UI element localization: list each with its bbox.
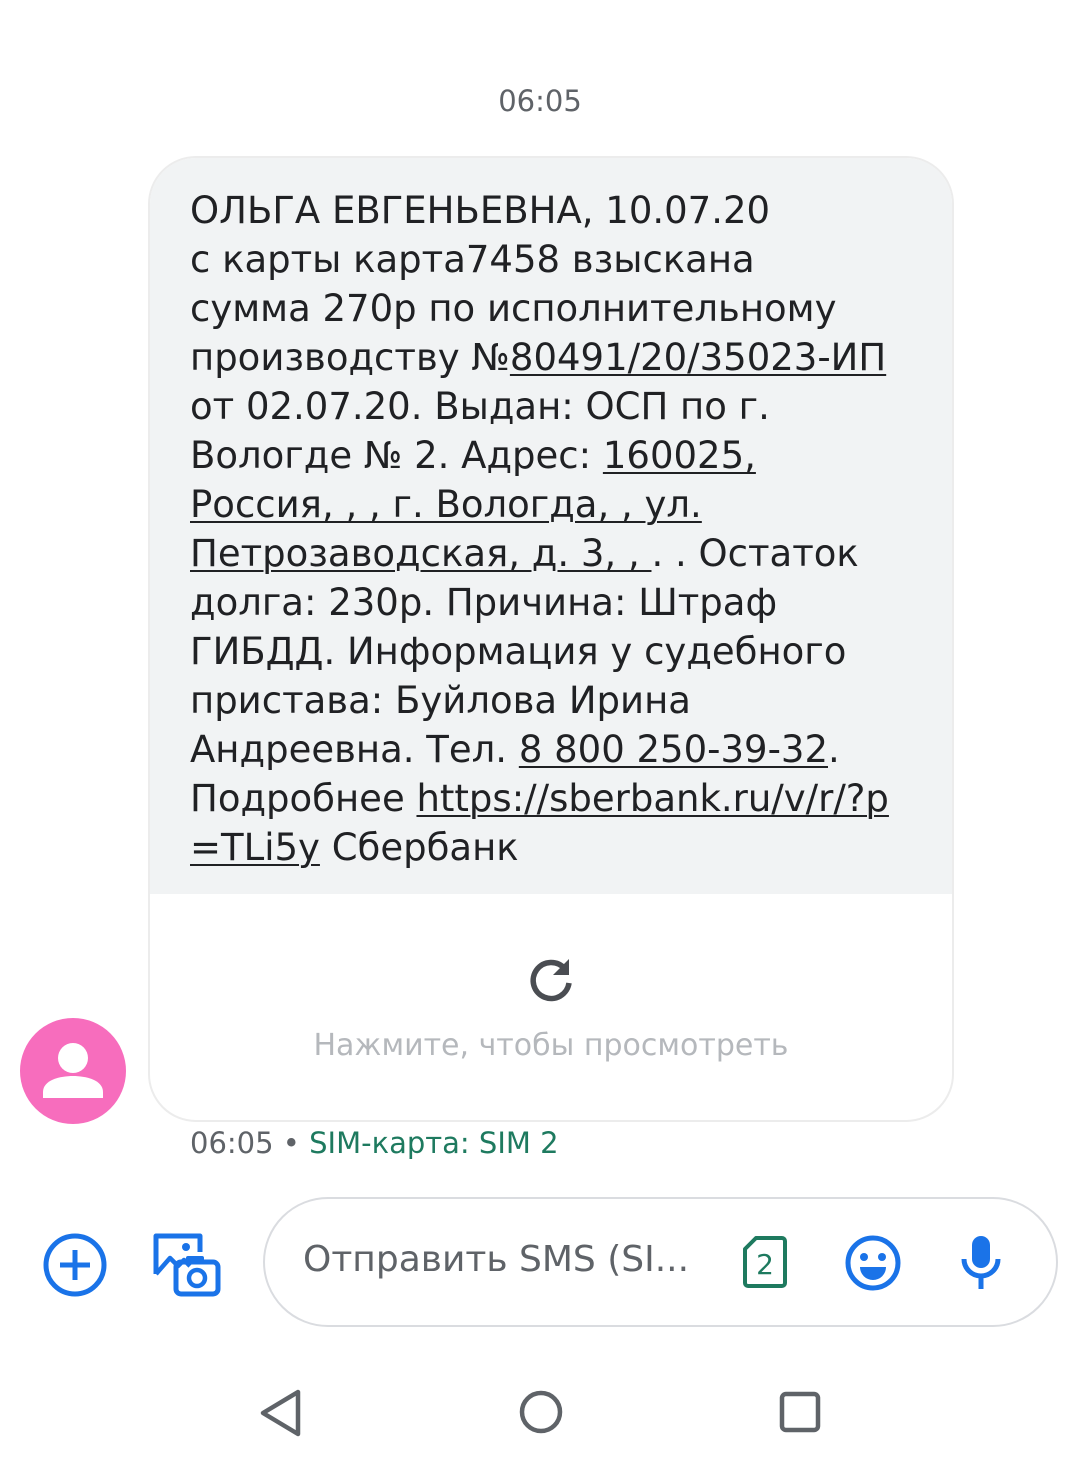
message-line: сумма 270р по исполнительному xyxy=(190,284,916,333)
sim-number: 2 xyxy=(756,1248,774,1281)
message-line: от 02.07.20. Выдан: ОСП по г. xyxy=(190,382,916,431)
message-link[interactable]: 80491/20/35023-ИП xyxy=(510,336,886,379)
message-link[interactable]: =TLi5y xyxy=(190,826,320,869)
link-preview[interactable]: Нажмите, чтобы просмотреть xyxy=(150,894,952,1120)
message-line: Россия, , , г. Вологда, , ул. xyxy=(190,480,916,529)
message-meta: 06:05 • SIM-карта: SIM 2 xyxy=(190,1126,559,1160)
nav-recent-icon[interactable] xyxy=(778,1390,822,1434)
reload-icon xyxy=(530,959,572,1002)
nav-back-icon[interactable] xyxy=(258,1388,304,1438)
message-input[interactable] xyxy=(303,1239,713,1280)
emoji-icon[interactable] xyxy=(845,1235,901,1291)
sim-label: SIM-карта: SIM 2 xyxy=(309,1126,559,1160)
preview-hint: Нажмите, чтобы просмотреть xyxy=(313,1028,789,1063)
message-line: Петрозаводская, д. 3, , . . Остаток xyxy=(190,529,916,578)
message-bubble[interactable]: ОЛЬГА ЕВГЕНЬЕВНА, 10.07.20 с карты карта7… xyxy=(148,156,954,1122)
date-separator: 06:05 xyxy=(498,84,582,118)
message-text-segment: Подробнее xyxy=(190,777,417,820)
gallery-camera-icon[interactable] xyxy=(150,1230,222,1298)
message-text-segment: производству № xyxy=(190,336,510,379)
message-link[interactable]: Петрозаводская, д. 3, , xyxy=(190,532,651,575)
meta-separator: • xyxy=(273,1126,310,1160)
mic-icon[interactable] xyxy=(957,1233,1005,1293)
message-line: Подробнее https://sberbank.ru/v/r/?p xyxy=(190,774,916,823)
message-text-segment: ОЛЬГА ЕВГЕНЬЕВНА, 10.07.20 xyxy=(190,189,771,232)
message-text-segment: с карты карта7458 взыскана xyxy=(190,238,755,281)
message-line: долга: 230р. Причина: Штраф xyxy=(190,578,916,627)
sim-card-icon[interactable]: 2 xyxy=(743,1235,787,1289)
message-text-segment: Сбербанк xyxy=(319,826,519,869)
avatar-person-icon xyxy=(43,1043,103,1098)
message-line: с карты карта7458 взыскана xyxy=(190,235,916,284)
message-link[interactable]: 160025, xyxy=(603,434,756,477)
message-time: 06:05 xyxy=(190,1126,274,1160)
message-link[interactable]: 8 800 250-39-32 xyxy=(519,728,828,771)
message-line: производству №80491/20/35023-ИП xyxy=(190,333,916,382)
message-text: ОЛЬГА ЕВГЕНЬЕВНА, 10.07.20 с карты карта7… xyxy=(150,158,952,894)
add-icon[interactable] xyxy=(42,1232,108,1298)
message-text-segment: пристава: Буйлова Ирина xyxy=(190,679,691,722)
nav-home-icon[interactable] xyxy=(518,1389,564,1435)
message-link[interactable]: https://sberbank.ru/v/r/?p xyxy=(416,777,888,820)
message-line: ГИБДД. Информация у судебного xyxy=(190,627,916,676)
message-text-segment: Вологде № 2. Адрес: xyxy=(190,434,603,477)
message-line: ОЛЬГА ЕВГЕНЬЕВНА, 10.07.20 xyxy=(190,186,916,235)
message-text-segment: . xyxy=(828,728,840,771)
contact-avatar[interactable] xyxy=(20,1018,126,1124)
message-text-segment: сумма 270р по исполнительному xyxy=(190,287,837,330)
message-text-segment: . . Остаток xyxy=(651,532,859,575)
compose-field[interactable]: 2 xyxy=(263,1197,1058,1327)
message-text-segment: от 02.07.20. Выдан: ОСП по г. xyxy=(190,385,770,428)
message-link[interactable]: Россия, , , г. Вологда, , ул. xyxy=(190,483,702,526)
message-text-segment: долга: 230р. Причина: Штраф xyxy=(190,581,778,624)
message-line: Вологде № 2. Адрес: 160025, xyxy=(190,431,916,480)
conversation-screen: 06:05 ОЛЬГА ЕВГЕНЬЕВНА, 10.07.20 с карты … xyxy=(0,0,1080,1474)
message-line: Андреевна. Тел. 8 800 250-39-32. xyxy=(190,725,916,774)
message-text-segment: ГИБДД. Информация у судебного xyxy=(190,630,847,673)
message-line: пристава: Буйлова Ирина xyxy=(190,676,916,725)
message-line: =TLi5y Сбербанк xyxy=(190,823,916,872)
message-text-segment: Андреевна. Тел. xyxy=(190,728,519,771)
